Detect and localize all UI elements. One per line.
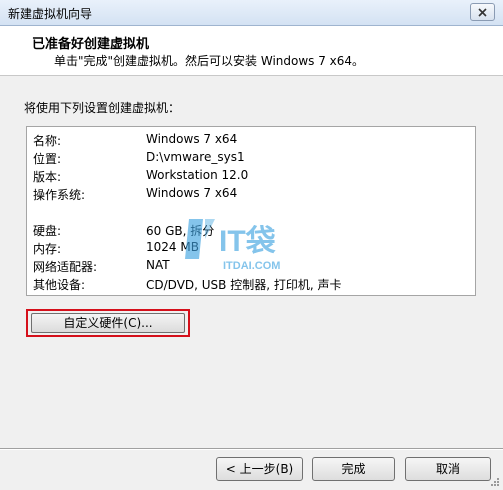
setting-label: 硬盘: <box>33 224 62 238</box>
setting-label: 位置: <box>33 152 62 166</box>
setting-value: D:\vmware_sys1 <box>146 150 245 164</box>
watermark-brand: IT袋 <box>219 225 276 258</box>
setting-value: Windows 7 x64 <box>146 186 238 200</box>
intro-text: 将使用下列设置创建虚拟机： <box>24 101 181 115</box>
setting-value: Windows 7 x64 <box>146 132 238 146</box>
setting-label: 网络适配器: <box>33 260 98 274</box>
setting-row-os: 操作系统: Windows 7 x64 <box>33 186 473 204</box>
wizard-header: 已准备好创建虚拟机 单击"完成"创建虚拟机。然后可以安装 Windows 7 x… <box>0 26 503 76</box>
setting-label: 操作系统: <box>33 188 86 202</box>
customize-hardware-button[interactable]: 自定义硬件(C)... <box>31 313 185 333</box>
setting-row-devices: 其他设备: CD/DVD, USB 控制器, 打印机, 声卡 <box>33 276 473 294</box>
back-button[interactable]: < 上一步(B) <box>216 457 303 481</box>
title-bar: 新建虚拟机向导 <box>0 0 503 26</box>
close-button[interactable] <box>470 3 495 21</box>
watermark-logo: IT袋 ITDAI.COM <box>185 219 280 272</box>
setting-label: 其他设备: <box>33 278 86 292</box>
setting-value: Workstation 12.0 <box>146 168 249 182</box>
setting-label: 内存: <box>33 242 62 256</box>
finish-button[interactable]: 完成 <box>312 457 395 481</box>
setting-row-location: 位置: D:\vmware_sys1 <box>33 150 473 168</box>
setting-label: 版本: <box>33 170 62 184</box>
setting-row-name: 名称: Windows 7 x64 <box>33 132 473 150</box>
footer-separator <box>0 448 503 450</box>
page-subtitle: 单击"完成"创建虚拟机。然后可以安装 Windows 7 x64。 <box>54 54 365 68</box>
setting-label: 名称: <box>33 134 62 148</box>
close-icon <box>478 7 487 17</box>
window-title: 新建虚拟机向导 <box>8 7 93 21</box>
resize-grip-icon[interactable] <box>490 477 500 487</box>
setting-value: CD/DVD, USB 控制器, 打印机, 声卡 <box>146 278 342 292</box>
page-title: 已准备好创建虚拟机 <box>32 37 150 52</box>
setting-value: NAT <box>146 258 170 272</box>
watermark-site: ITDAI.COM <box>223 260 280 272</box>
cancel-button[interactable]: 取消 <box>405 457 491 481</box>
setting-row-version: 版本: Workstation 12.0 <box>33 168 473 186</box>
